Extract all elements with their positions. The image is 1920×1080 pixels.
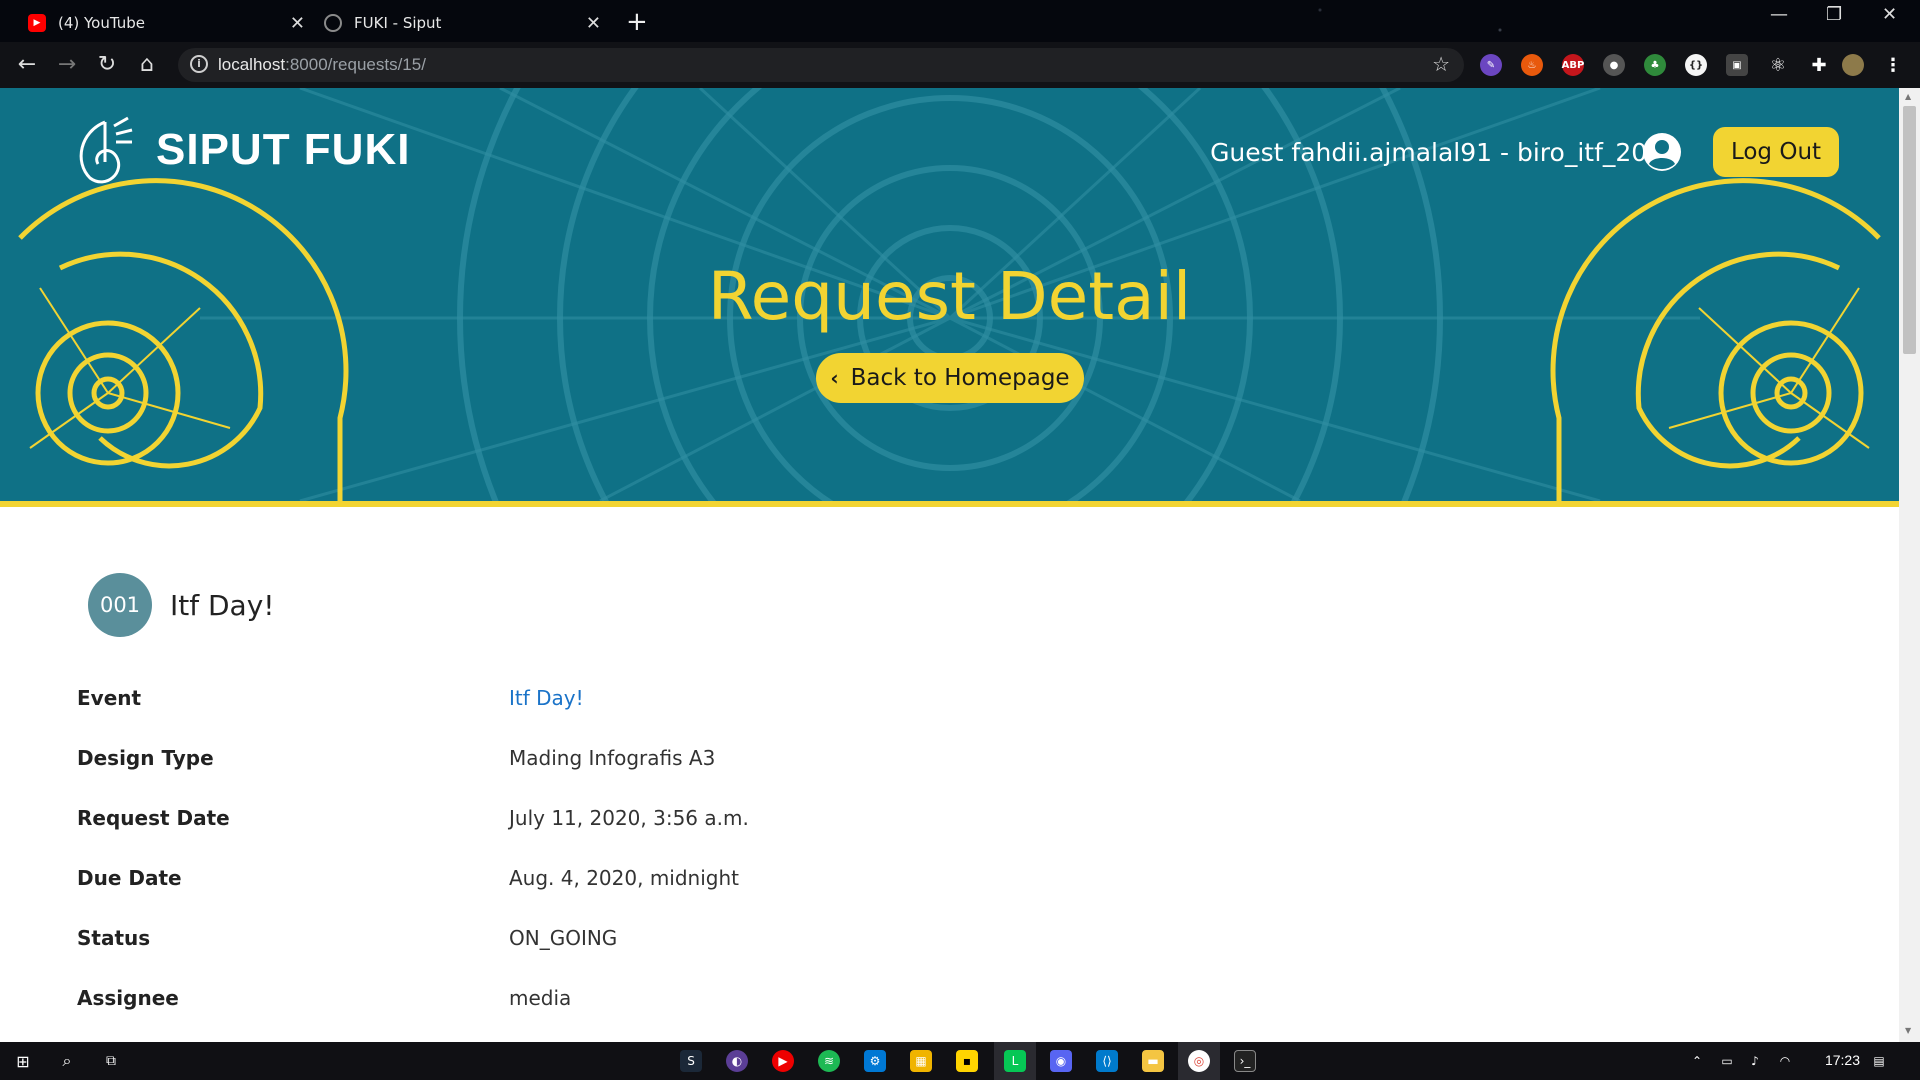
search-icon[interactable]: ⌕ [56, 1050, 78, 1072]
field-value: Aug. 4, 2020, midnight [509, 866, 739, 890]
spotify-icon[interactable]: ≋ [818, 1050, 840, 1072]
scrollbar-thumb[interactable] [1903, 106, 1916, 354]
event-link[interactable]: Itf Day! [509, 686, 584, 710]
back-to-homepage-button[interactable]: ‹ Back to Homepage [816, 353, 1084, 403]
extension-fire-icon[interactable]: ♨ [1521, 54, 1543, 76]
request-title: Itf Day! [170, 588, 275, 622]
youtube-music-icon[interactable]: ▶ [772, 1050, 794, 1072]
tab-fuki-siput[interactable]: FUKI - Siput ✕ [310, 4, 615, 42]
extension-gray-icon[interactable]: ● [1603, 54, 1625, 76]
extension-feather-icon[interactable]: ✎ [1480, 54, 1502, 76]
detail-row-assignee: Assignee media [77, 986, 1777, 1026]
line-icon[interactable]: L [1004, 1050, 1026, 1072]
close-window-icon[interactable]: ✕ [1882, 4, 1897, 25]
site-info-icon[interactable]: i [190, 55, 208, 73]
forward-arrow-icon[interactable]: → [54, 52, 80, 77]
tor-browser-icon[interactable]: ◐ [726, 1050, 748, 1072]
chevron-up-icon[interactable]: ⌃ [1686, 1050, 1708, 1072]
detail-row-event: Event Itf Day! [77, 686, 1777, 726]
file-explorer-icon[interactable]: ▬ [1142, 1050, 1164, 1072]
extensions-puzzle-icon[interactable]: ✚ [1808, 54, 1830, 76]
brand[interactable]: SIPUT FUKI [70, 112, 410, 188]
field-value: media [509, 986, 572, 1010]
field-label: Event [77, 686, 142, 710]
home-icon[interactable]: ⌂ [134, 52, 160, 77]
page-title: Request Detail [707, 258, 1192, 335]
field-label: Status [77, 926, 151, 950]
user-greeting: Guest fahdii.ajmalal91 - biro_itf_2020 [1210, 138, 1679, 167]
discord-icon[interactable]: ◉ [1050, 1050, 1072, 1072]
menu-kebab-icon[interactable]: ⋮ [1882, 54, 1904, 76]
request-number-badge: 001 [88, 573, 152, 637]
detail-row-due-date: Due Date Aug. 4, 2020, midnight [77, 866, 1777, 906]
globe-icon [324, 14, 342, 32]
page-viewport: SIPUT FUKI Guest fahdii.ajmalal91 - biro… [0, 88, 1899, 1042]
vscode-icon[interactable]: ⟨⟩ [1096, 1050, 1118, 1072]
browser-toolbar: ← → ↻ ⌂ i localhost:8000/requests/15/ ☆ … [0, 42, 1920, 88]
steam-icon[interactable]: S [680, 1050, 702, 1072]
detail-row-status: Status ON_GOING [77, 926, 1777, 966]
field-label: Request Date [77, 806, 230, 830]
bookmark-star-icon[interactable]: ☆ [1432, 52, 1450, 76]
reload-icon[interactable]: ↻ [94, 52, 120, 77]
clock-time[interactable]: 17:23 [1825, 1052, 1860, 1068]
new-tab-icon[interactable]: + [626, 7, 648, 37]
chrome-icon[interactable]: ◎ [1188, 1050, 1210, 1072]
field-value: Mading Infografis A3 [509, 746, 716, 770]
tab-youtube[interactable]: ▶ (4) YouTube ✕ [14, 4, 319, 42]
close-tab-icon[interactable]: ✕ [586, 13, 601, 34]
field-label: Design Type [77, 746, 214, 770]
page-scrollbar[interactable]: ▲ ▼ [1899, 88, 1920, 1042]
back-button-label: Back to Homepage [850, 365, 1070, 391]
store-icon[interactable]: ▦ [910, 1050, 932, 1072]
windows-taskbar: ⊞ ⌕ ⧉ S ◐ ▶ ≋ ⚙ ▦ ▪ L ◉ ⟨⟩ ▬ ◎ ›_ ⌃ ▭ ♪ … [0, 1042, 1920, 1080]
tab-title: FUKI - Siput [354, 14, 442, 32]
logout-button[interactable]: Log Out [1713, 127, 1839, 177]
user-avatar-icon[interactable] [1642, 132, 1682, 172]
snail-logo-icon [79, 116, 133, 184]
field-label: Due Date [77, 866, 182, 890]
sticky-notes-icon[interactable]: ▪ [956, 1050, 978, 1072]
windows-start-icon[interactable]: ⊞ [12, 1050, 34, 1072]
scroll-down-icon[interactable]: ▼ [1905, 1026, 1911, 1035]
terminal-icon[interactable]: ›_ [1234, 1050, 1256, 1072]
youtube-icon: ▶ [28, 14, 46, 32]
extension-json-icon[interactable]: {} [1685, 54, 1707, 76]
minimize-icon[interactable]: — [1770, 4, 1788, 25]
notifications-icon[interactable]: ▤ [1868, 1050, 1890, 1072]
extension-atom-icon[interactable]: ⚛ [1767, 54, 1789, 76]
task-view-icon[interactable]: ⧉ [100, 1050, 122, 1072]
url-text: localhost:8000/requests/15/ [218, 55, 426, 74]
profile-avatar-icon[interactable] [1842, 54, 1864, 76]
back-arrow-icon[interactable]: ← [14, 52, 40, 77]
settings-app-icon[interactable]: ⚙ [864, 1050, 886, 1072]
field-value: ON_GOING [509, 926, 618, 950]
tab-title: (4) YouTube [58, 14, 146, 32]
browser-tab-bar: ▶ (4) YouTube ✕ FUKI - Siput ✕ + — ❐ ✕ [0, 0, 1920, 42]
close-tab-icon[interactable]: ✕ [290, 13, 305, 34]
detail-row-request-date: Request Date July 11, 2020, 3:56 a.m. [77, 806, 1777, 846]
extension-box-icon[interactable]: ▣ [1726, 54, 1748, 76]
field-value: July 11, 2020, 3:56 a.m. [509, 806, 749, 830]
field-label: Assignee [77, 986, 179, 1010]
restore-icon[interactable]: ❐ [1826, 4, 1842, 25]
battery-icon[interactable]: ▭ [1716, 1050, 1738, 1072]
volume-icon[interactable]: ♪ [1744, 1050, 1766, 1072]
hero-banner: SIPUT FUKI Guest fahdii.ajmalal91 - biro… [0, 88, 1899, 507]
chevron-left-icon: ‹ [830, 366, 839, 390]
request-header: 001 Itf Day! [88, 573, 275, 637]
address-bar[interactable]: i localhost:8000/requests/15/ ☆ [178, 48, 1464, 82]
extension-abp-icon[interactable]: ABP [1562, 54, 1584, 76]
scroll-up-icon[interactable]: ▲ [1905, 92, 1911, 101]
detail-row-design-type: Design Type Mading Infografis A3 [77, 746, 1777, 786]
extension-tree-icon[interactable]: ♣ [1644, 54, 1666, 76]
wifi-icon[interactable]: ◠ [1774, 1050, 1796, 1072]
brand-name: SIPUT FUKI [156, 125, 411, 174]
